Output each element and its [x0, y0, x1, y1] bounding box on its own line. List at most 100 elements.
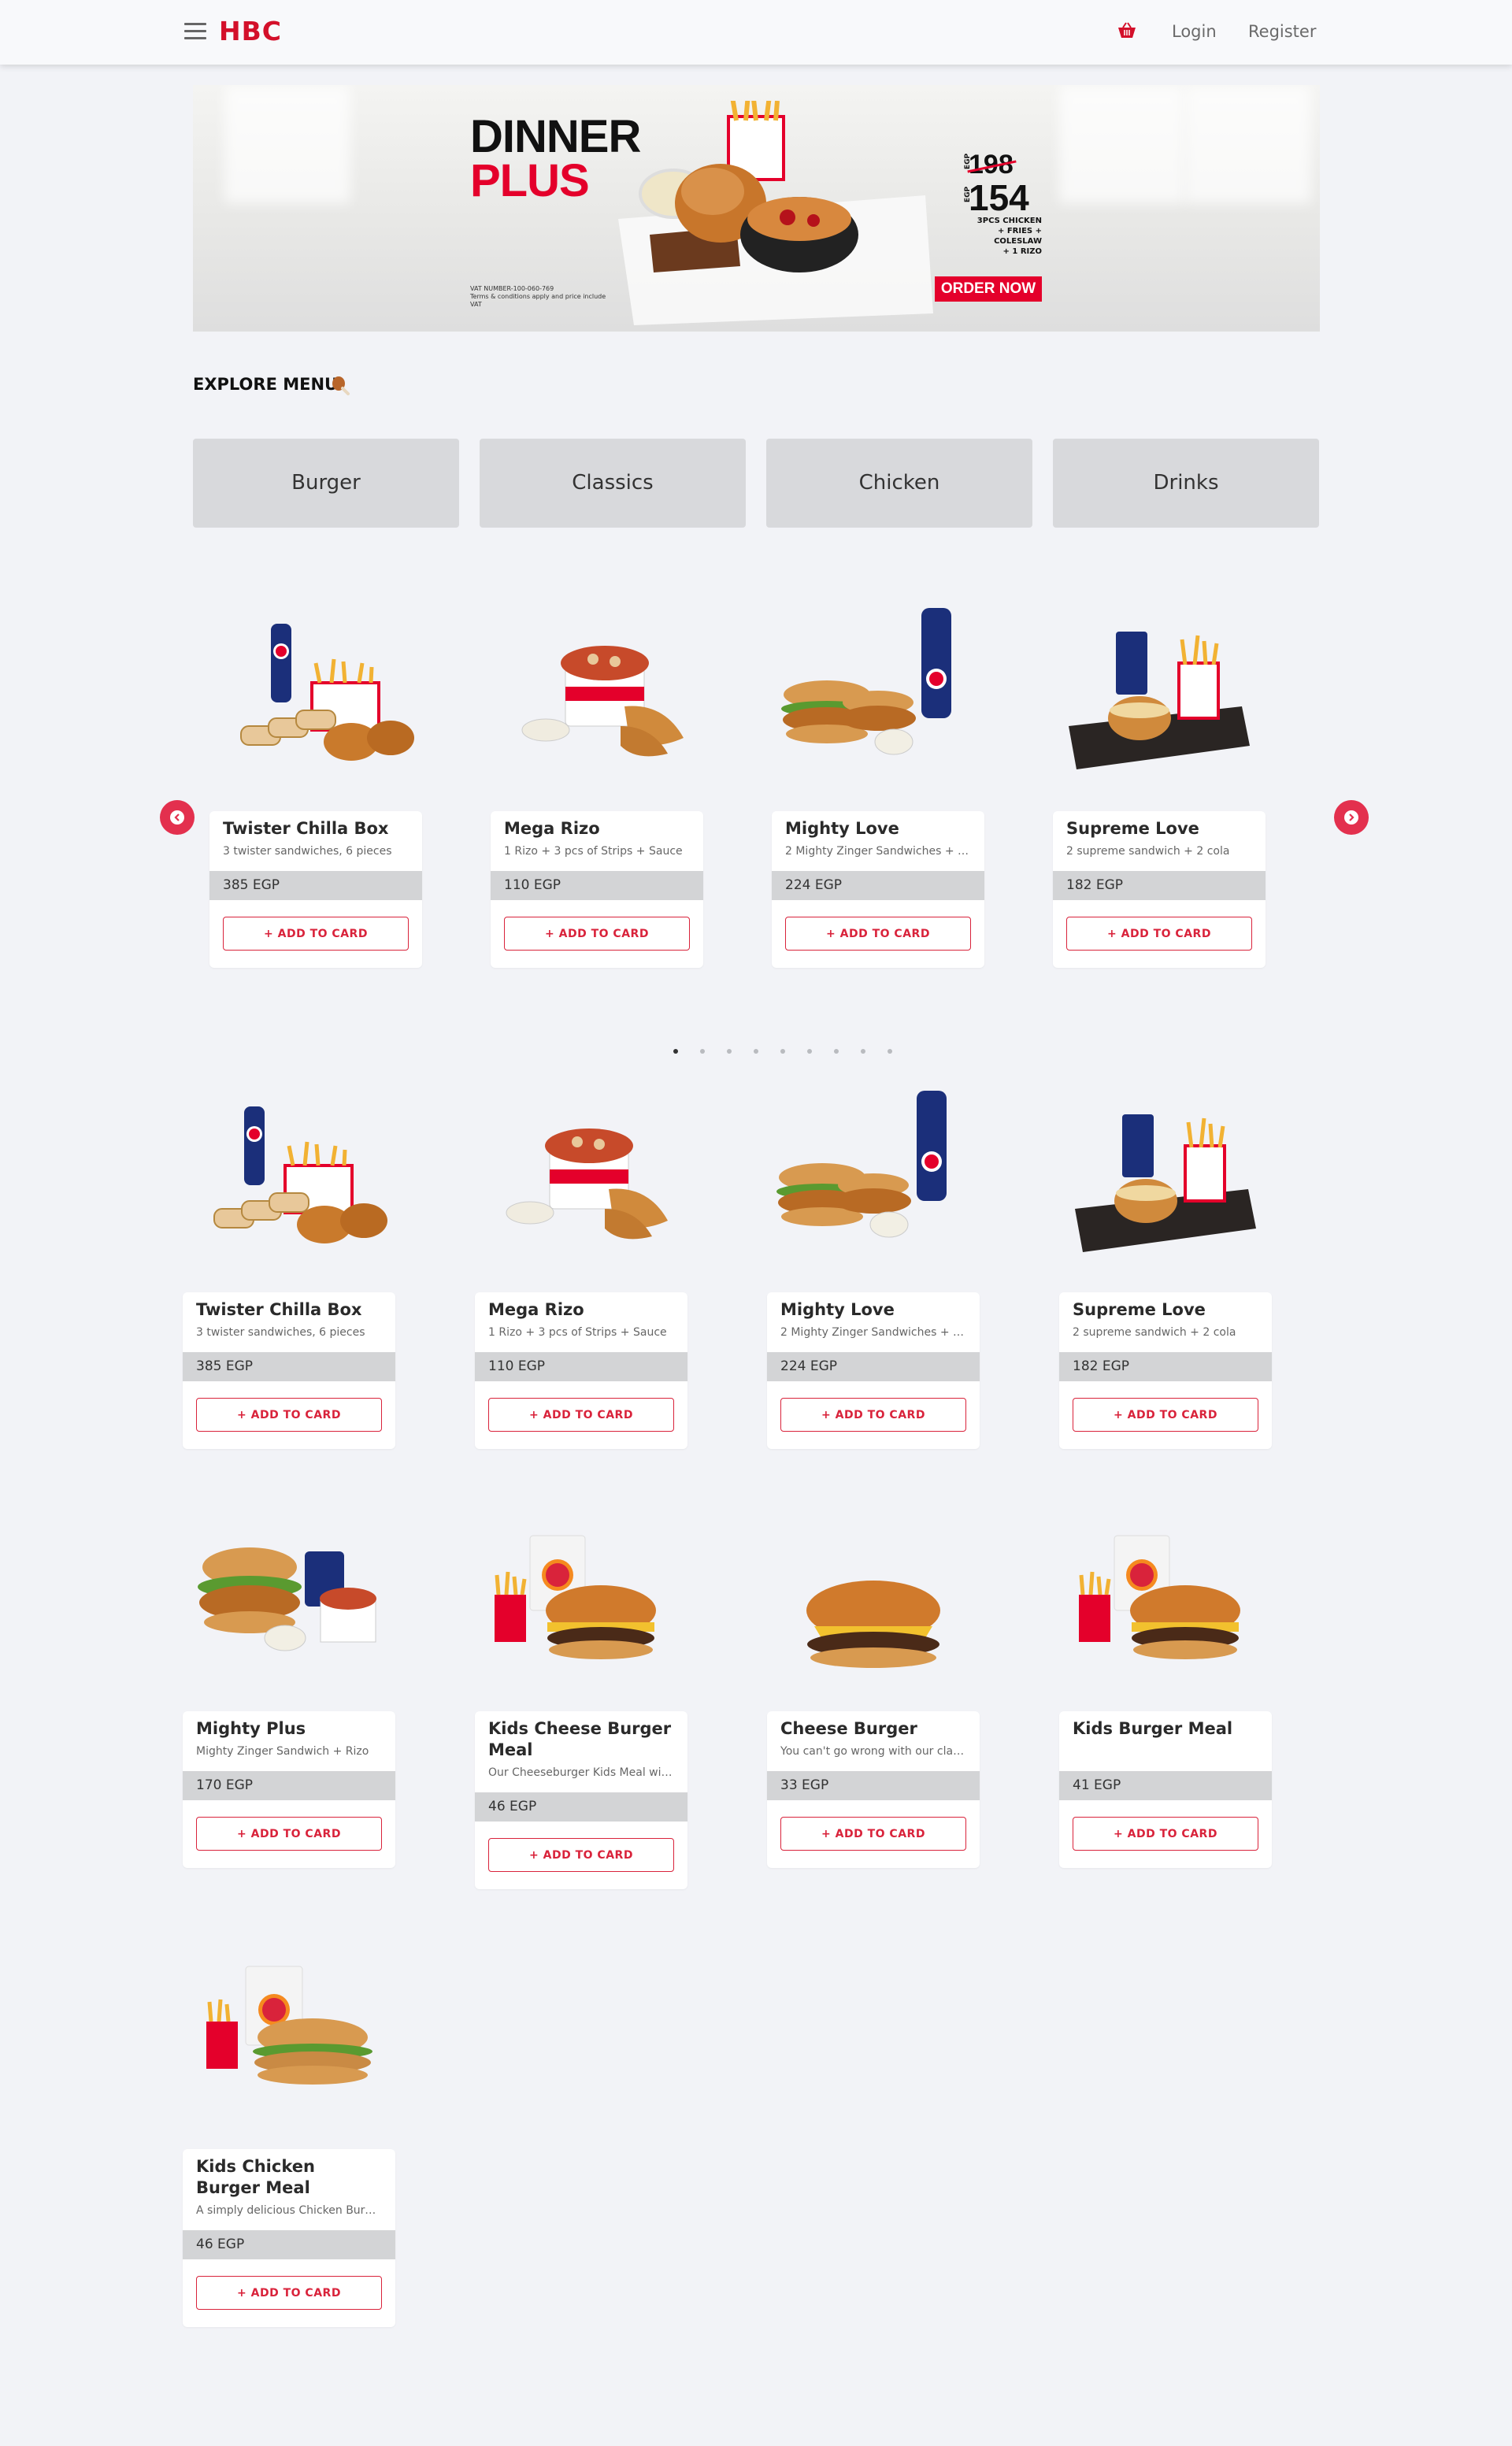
product-name: Supreme Love [1073, 1300, 1206, 1319]
carousel-card: Mighty Love 2 Mighty Zinger Sandwiches +… [772, 811, 984, 968]
product-image-mighty-plus [197, 1547, 377, 1651]
category-classics[interactable]: Classics [480, 439, 746, 528]
add-to-card-button[interactable]: + ADD TO CARD [1073, 1817, 1258, 1851]
product-price: 224 EGP [772, 871, 984, 900]
product-description: Our Cheeseburger Kids Meal with fries [488, 1766, 687, 1779]
product-name: Mega Rizo [504, 819, 600, 838]
carousel-dot[interactable] [727, 1049, 732, 1054]
carousel-dot[interactable] [754, 1049, 758, 1054]
product-image-twister [209, 608, 422, 797]
chevron-left-icon [174, 813, 180, 821]
product-image-mighty [776, 1091, 947, 1238]
product-description: 2 supreme sandwich + 2 cola [1066, 845, 1230, 858]
vat-terms: Terms & conditions apply and price inclu… [470, 293, 606, 308]
product-price: 385 EGP [209, 871, 422, 900]
add-to-card-button[interactable]: + ADD TO CARD [488, 1838, 674, 1872]
product-card: Mighty Love 2 Mighty Zinger Sandwiches +… [767, 1292, 980, 1449]
carousel-next-button[interactable] [1334, 800, 1369, 835]
carousel-dot[interactable] [888, 1049, 892, 1054]
add-to-card-button[interactable]: + ADD TO CARD [196, 1398, 382, 1432]
banner-meal-image [618, 101, 933, 325]
product-description: 3 twister sandwiches, 6 pieces [223, 845, 392, 858]
drumstick-icon [332, 376, 350, 395]
login-link[interactable]: Login [1172, 22, 1217, 41]
promo-banner[interactable]: DINNER PLUS EGP 198 EGP 154 3PCS CHICKEN… [193, 85, 1320, 332]
product-name: Mega Rizo [488, 1300, 584, 1319]
product-name: Twister Chilla Box [196, 1300, 362, 1319]
product-image-kids-burger [1059, 1520, 1272, 1709]
add-to-card-button[interactable]: + ADD TO CARD [1066, 917, 1252, 951]
register-link[interactable]: Register [1248, 22, 1316, 41]
product-name: Mighty Love [780, 1300, 895, 1319]
add-to-card-button[interactable]: + ADD TO CARD [780, 1398, 966, 1432]
add-to-card-button[interactable]: + ADD TO CARD [223, 917, 409, 951]
product-name: Kids Chicken Burger Meal [196, 2157, 315, 2197]
product-price: 224 EGP [767, 1352, 980, 1381]
carousel-dot[interactable] [861, 1049, 865, 1054]
product-description: 2 supreme sandwich + 2 cola [1073, 1326, 1236, 1339]
add-to-card-button[interactable]: + ADD TO CARD [488, 1398, 674, 1432]
banner-vat-text: VAT NUMBER-100-060-769 Terms & condition… [470, 285, 612, 309]
product-name: Mighty Love [785, 819, 899, 838]
product-description: 1 Rizo + 3 pcs of Strips + Sauce [504, 845, 683, 858]
add-to-card-button[interactable]: + ADD TO CARD [780, 1817, 966, 1851]
product-price: 110 EGP [475, 1352, 687, 1381]
banner-description: 3PCS CHICKEN + FRIES + COLESLAW + 1 RIZO [955, 216, 1042, 257]
carousel-dot[interactable] [807, 1049, 812, 1054]
product-name: Twister Chilla Box [223, 819, 389, 838]
product-price: 110 EGP [491, 871, 703, 900]
product-description: A simply delicious Chicken Burger [196, 2204, 384, 2217]
category-burger[interactable]: Burger [193, 439, 459, 528]
product-card: Mega Rizo 1 Rizo + 3 pcs of Strips + Sau… [475, 1292, 687, 1449]
product-card: Supreme Love 2 supreme sandwich + 2 cola… [1059, 1292, 1272, 1449]
product-image-twister [183, 1091, 395, 1280]
category-drinks[interactable]: Drinks [1053, 439, 1319, 528]
product-price: 385 EGP [183, 1352, 395, 1381]
banner-window-light [1185, 85, 1311, 203]
product-description: Mighty Zinger Sandwich + Rizo [196, 1745, 369, 1758]
banner-desc-line: + FRIES + COLESLAW [994, 227, 1042, 246]
explore-menu-title: EXPLORE MENU [193, 375, 339, 394]
product-image-supreme [1053, 608, 1266, 797]
carousel-dot[interactable] [780, 1049, 785, 1054]
product-price: 41 EGP [1059, 1771, 1272, 1800]
add-to-card-button[interactable]: + ADD TO CARD [504, 917, 690, 951]
product-image-rizo [521, 645, 684, 757]
product-price: 182 EGP [1053, 871, 1266, 900]
carousel-prev-button[interactable] [160, 800, 195, 835]
product-card: Cheese Burger You can't go wrong with ou… [767, 1711, 980, 1868]
product-description: 3 twister sandwiches, 6 pieces [196, 1326, 365, 1339]
navbar: HBC Login Register [0, 0, 1512, 65]
cart-icon[interactable] [1117, 22, 1137, 41]
product-image-kids-chicken-burger [183, 1959, 395, 2148]
product-price: 46 EGP [475, 1792, 687, 1822]
product-description: 1 Rizo + 3 pcs of Strips + Sauce [488, 1326, 667, 1339]
add-to-card-button[interactable]: + ADD TO CARD [785, 917, 971, 951]
carousel-dot[interactable] [673, 1049, 678, 1054]
vat-number: VAT NUMBER-100-060-769 [470, 285, 554, 292]
chevron-right-icon [1349, 813, 1354, 821]
carousel-dot[interactable] [834, 1049, 839, 1054]
product-description: 2 Mighty Zinger Sandwiches + coleslaw [785, 845, 984, 858]
banner-window-light [224, 85, 350, 203]
product-card: Kids Chicken Burger Meal A simply delici… [183, 2149, 395, 2327]
product-name: Supreme Love [1066, 819, 1199, 838]
carousel-card: Twister Chilla Box 3 twister sandwiches,… [209, 811, 422, 968]
category-chicken[interactable]: Chicken [766, 439, 1032, 528]
brand-logo[interactable]: HBC [219, 16, 282, 46]
order-now-button[interactable]: ORDER NOW [935, 276, 1042, 302]
add-to-card-button[interactable]: + ADD TO CARD [1073, 1398, 1258, 1432]
add-to-card-button[interactable]: + ADD TO CARD [196, 1817, 382, 1851]
product-name: Mighty Plus [196, 1719, 306, 1738]
carousel-dot[interactable] [700, 1049, 705, 1054]
product-description [1059, 1740, 1272, 1760]
product-image-rizo [506, 1128, 669, 1240]
product-card: Kids Burger Meal 41 EGP + ADD TO CARD [1059, 1711, 1272, 1868]
add-to-card-button[interactable]: + ADD TO CARD [196, 2276, 382, 2310]
product-price: 170 EGP [183, 1771, 395, 1800]
carousel-card: Supreme Love 2 supreme sandwich + 2 cola… [1053, 811, 1266, 968]
carousel-card: Mega Rizo 1 Rizo + 3 pcs of Strips + Sau… [491, 811, 703, 968]
product-image-supreme [1059, 1091, 1272, 1280]
menu-icon[interactable] [184, 23, 206, 40]
product-name: Kids Cheese Burger Meal [488, 1719, 672, 1759]
